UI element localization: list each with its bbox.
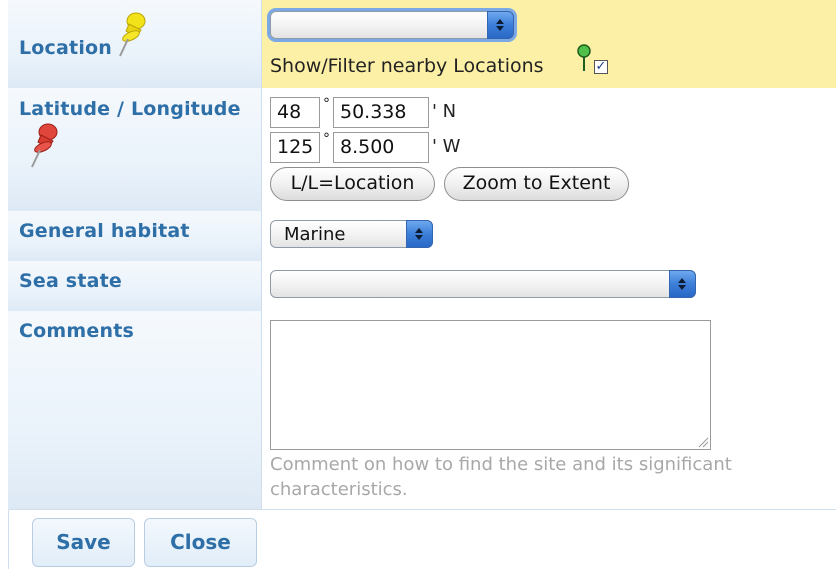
- location-row: Location Show/Filter nearby Locations ✓: [8, 0, 836, 89]
- sea-state-row: Sea state: [8, 261, 836, 312]
- degree-symbol: °: [323, 96, 330, 112]
- comments-row: Comments Comment on how to find the site…: [8, 311, 836, 510]
- sea-state-label: Sea state: [19, 270, 122, 292]
- filter-nearby-label: Show/Filter nearby Locations: [270, 55, 544, 77]
- comments-value-cell: Comment on how to find the site and its …: [262, 311, 836, 509]
- form-footer: Save Close: [8, 510, 836, 569]
- latitude-minutes-input[interactable]: 50.338: [333, 97, 429, 128]
- latlng-row: Latitude / Longitude 48 ° 50.338 ' N 125…: [8, 88, 836, 212]
- latlng-value-cell: 48 ° 50.338 ' N 125 ° 8.500 ' W L/L=Loca…: [262, 88, 836, 211]
- latlng-label-cell: Latitude / Longitude: [8, 88, 262, 211]
- latitude-hemisphere: ' N: [432, 101, 457, 122]
- select-arrows-icon: [487, 11, 514, 39]
- longitude-minutes-input[interactable]: 8.500: [333, 132, 429, 163]
- location-value-cell: Show/Filter nearby Locations ✓: [262, 0, 836, 88]
- sea-state-label-cell: Sea state: [8, 261, 262, 311]
- habitat-value-cell: Marine: [262, 211, 836, 261]
- comments-label: Comments: [19, 320, 134, 342]
- comments-label-cell: Comments: [8, 311, 262, 509]
- latitude-degrees-input[interactable]: 48: [270, 97, 320, 128]
- habitat-select-value: Marine: [284, 224, 346, 245]
- red-pushpin-icon: [31, 123, 58, 168]
- longitude-degrees-input[interactable]: 125: [270, 132, 320, 163]
- select-arrows-icon: [406, 220, 433, 248]
- close-button[interactable]: Close: [144, 518, 257, 567]
- habitat-row: General habitat Marine: [8, 211, 836, 262]
- comments-hint: Comment on how to find the site and its …: [270, 454, 732, 500]
- comments-textarea[interactable]: [270, 320, 711, 450]
- latlng-label: Latitude / Longitude: [19, 98, 241, 120]
- location-select[interactable]: [270, 11, 514, 39]
- sea-state-select[interactable]: [270, 270, 696, 298]
- habitat-select[interactable]: Marine: [270, 220, 433, 248]
- habitat-label: General habitat: [19, 220, 190, 242]
- longitude-hemisphere: ' W: [432, 136, 461, 157]
- degree-symbol: °: [323, 131, 330, 147]
- location-label: Location: [19, 37, 113, 59]
- select-arrows-icon: [669, 270, 696, 298]
- zoom-to-extent-button[interactable]: Zoom to Extent: [444, 167, 629, 201]
- sea-state-value-cell: [262, 261, 836, 311]
- filter-nearby-checkbox[interactable]: ✓: [594, 60, 608, 74]
- yellow-pushpin-icon: [119, 12, 146, 57]
- green-map-marker-icon: [577, 44, 591, 71]
- location-label-cell: Location: [8, 0, 262, 88]
- habitat-label-cell: General habitat: [8, 211, 262, 261]
- save-button[interactable]: Save: [32, 518, 135, 567]
- ll-equals-location-button[interactable]: L/L=Location: [270, 167, 435, 201]
- resize-grip-icon[interactable]: [698, 437, 709, 448]
